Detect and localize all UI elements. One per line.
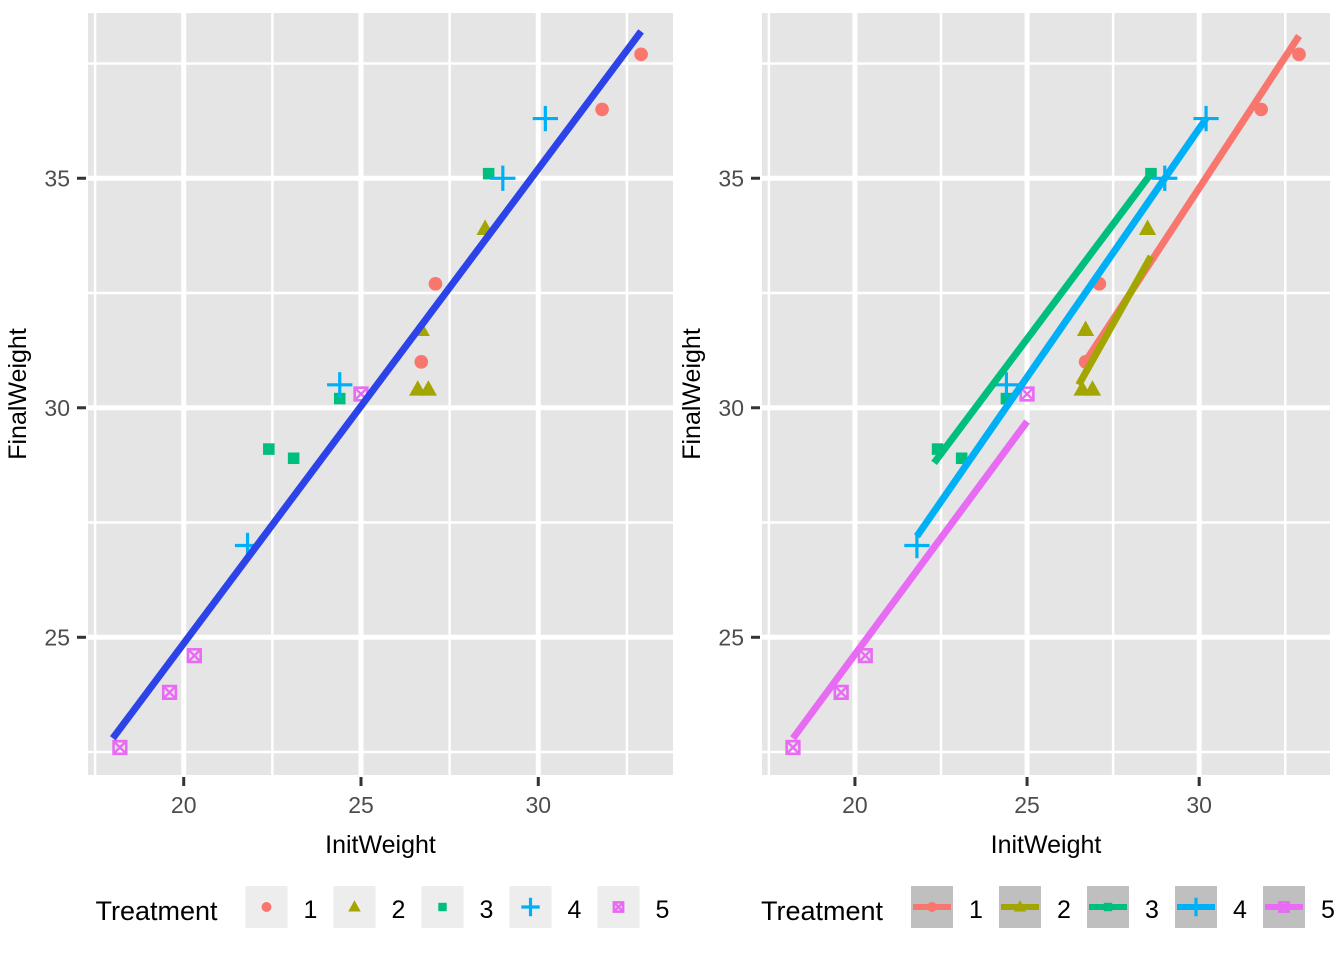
y-axis-title: FinalWeight [4, 328, 32, 460]
panel-left-panel: 20 25 30 25 30 35 InitWeight FinalWeight [4, 13, 673, 859]
circle-marker [595, 102, 609, 117]
legend-right-panel: Treatment 1 2 3 4 5 [761, 886, 1335, 928]
data-point-3-0 [263, 443, 275, 455]
x-tick-label: 25 [348, 792, 374, 818]
data-point-legend-1 [261, 902, 272, 912]
data-point-1-2 [595, 102, 609, 117]
circle-marker [634, 47, 648, 62]
circle-marker [428, 277, 443, 291]
x-tick-label: 25 [1014, 792, 1040, 818]
data-point-legend-3 [1103, 902, 1113, 912]
legend-item-label: 5 [656, 896, 670, 924]
panel-background [88, 13, 673, 775]
legend-item-3[interactable]: 3 [1087, 886, 1159, 928]
legend-item-label: 2 [1057, 896, 1071, 924]
data-point-legend-1 [927, 902, 937, 912]
data-point-1-1 [428, 277, 443, 291]
legend-left-panel: Treatment 1 2 3 4 5 [96, 886, 670, 928]
legend-item-label: 3 [480, 896, 494, 924]
legend-item-label: 5 [1321, 896, 1335, 924]
data-point-legend-3 [438, 902, 447, 912]
y-tick-label: 30 [44, 395, 70, 421]
circle-marker [414, 355, 429, 369]
y-tick-label: 35 [44, 165, 70, 191]
legend-item-1[interactable]: 1 [911, 886, 983, 928]
legend-item-label: 4 [568, 896, 582, 924]
legend-item-2[interactable]: 2 [999, 886, 1071, 928]
legend-item-1[interactable]: 1 [245, 886, 318, 928]
legend-item-label: 2 [392, 896, 406, 924]
legend-item-label: 1 [304, 896, 318, 924]
circle-marker [261, 902, 272, 912]
legend-item-4[interactable]: 4 [509, 886, 582, 928]
square-marker [287, 452, 300, 465]
x-tick-label: 20 [171, 792, 197, 818]
y-tick-label: 35 [718, 165, 744, 191]
legend-title: Treatment [761, 896, 884, 926]
square-marker [263, 443, 275, 455]
x-tick-label: 20 [842, 792, 868, 818]
panel-right-panel: 20 25 30 25 30 35 InitWeight FinalWeight [678, 13, 1330, 859]
square-marker [438, 902, 447, 912]
legend-item-2[interactable]: 2 [333, 886, 406, 928]
legend-item-label: 3 [1145, 896, 1159, 924]
y-tick-label: 25 [718, 624, 744, 650]
legend-item-label: 1 [969, 896, 983, 924]
x-tick-label: 30 [1186, 792, 1212, 818]
legend-title: Treatment [96, 896, 219, 926]
circle-marker [927, 902, 937, 912]
x-axis-title: InitWeight [991, 831, 1102, 859]
y-tick-label: 30 [718, 395, 744, 421]
x-tick-label: 30 [525, 792, 551, 818]
figure-root: 20 25 30 25 30 35 InitWeight FinalWeight Treatme… [0, 0, 1344, 960]
y-axis-title: FinalWeight [678, 328, 706, 460]
two-panel-scatter-figure: 20 25 30253035InitWeightFinalWeightTreatme… [4, 13, 1335, 928]
data-point-1-3 [634, 47, 648, 62]
legend-item-3[interactable]: 3 [421, 886, 494, 928]
legend-item-label: 4 [1233, 896, 1247, 924]
data-point-3-1 [287, 452, 300, 465]
y-tick-label: 25 [44, 624, 70, 650]
legend-item-4[interactable]: 4 [1175, 886, 1247, 928]
legend-item-5[interactable]: 5 [1263, 886, 1335, 928]
legend-item-5[interactable]: 5 [597, 886, 670, 928]
data-point-1-0 [414, 355, 429, 369]
square-marker [1103, 902, 1113, 912]
x-axis-title: InitWeight [325, 831, 436, 859]
